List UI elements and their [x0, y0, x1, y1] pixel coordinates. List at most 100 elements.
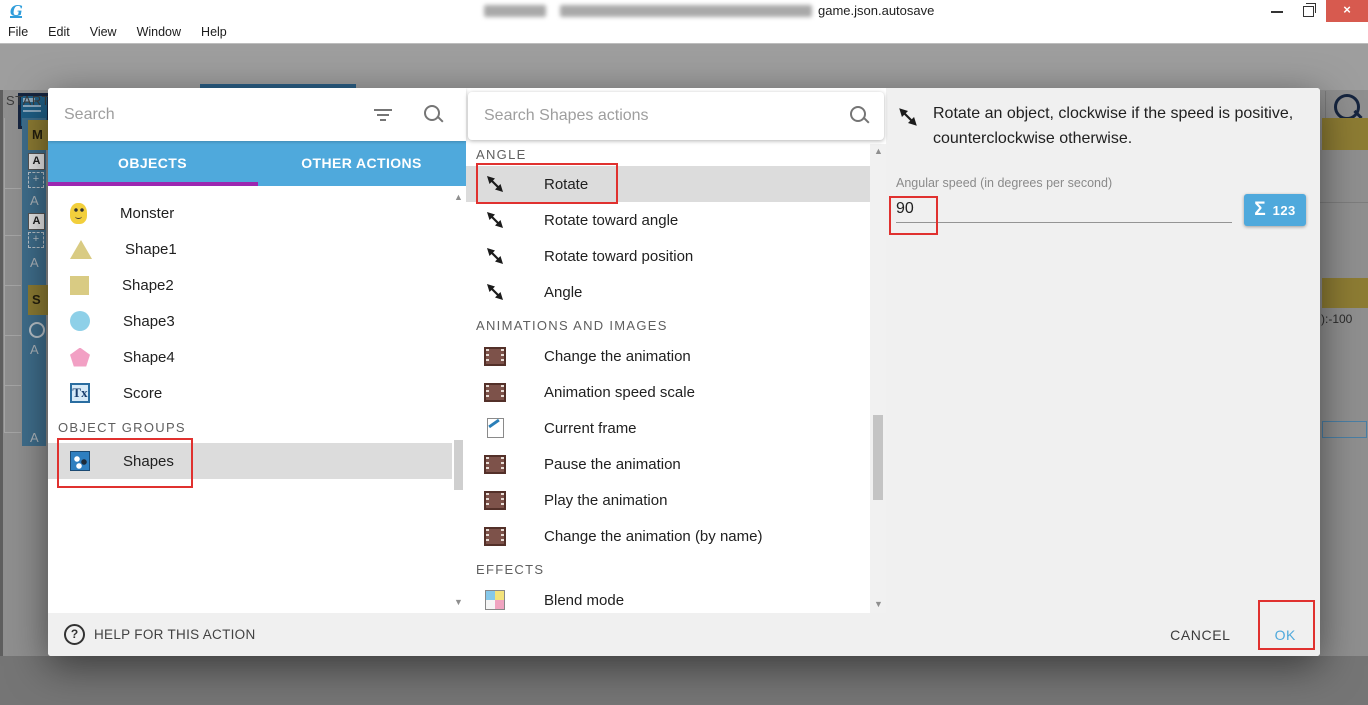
rotate-icon [484, 281, 506, 303]
close-button[interactable]: × [1326, 0, 1368, 22]
toolbar: + + + + − ↶ ↷ [0, 43, 1368, 133]
film-strip-icon [484, 453, 506, 475]
monster-icon [70, 202, 87, 224]
event-tree-line [4, 285, 21, 286]
action-item-change-animation-by-name[interactable]: Change the animation (by name) [466, 518, 870, 554]
action-item-current-frame[interactable]: Current frame [466, 410, 870, 446]
window-title: game.json.autosave [818, 3, 935, 18]
circle-icon [70, 311, 90, 331]
active-tab-indicator [48, 182, 258, 186]
search-icon[interactable] [850, 106, 866, 122]
blend-mode-icon [484, 589, 506, 611]
angular-speed-input[interactable] [896, 196, 1232, 223]
highlight-box-rotate [476, 163, 618, 204]
search-icon[interactable] [424, 104, 440, 121]
object-item-shape4[interactable]: Shape4 [48, 339, 452, 375]
film-strip-icon [484, 381, 506, 403]
background-bottom [0, 656, 1368, 705]
event-comment-fragment [1322, 118, 1368, 150]
object-item-monster[interactable]: Monster [48, 195, 452, 231]
objects-tabs: OBJECTS OTHER ACTIONS [48, 141, 466, 186]
filter-icon[interactable] [374, 108, 392, 121]
action-description: Rotate an object, clockwise if the speed… [933, 105, 1294, 147]
event-tree-line [4, 188, 21, 189]
rotate-icon [484, 245, 506, 267]
action-item-rotate-toward-angle[interactable]: Rotate toward angle [466, 202, 870, 238]
event-divider [1320, 202, 1368, 203]
expression-editor-button[interactable]: Σ 123 [1244, 194, 1306, 226]
restore-icon [1303, 3, 1316, 17]
minimize-button[interactable] [1262, 0, 1292, 22]
restore-button[interactable] [1294, 0, 1324, 22]
action-item-change-animation[interactable]: Change the animation [466, 338, 870, 374]
section-header-effects: EFFECTS [476, 562, 545, 577]
object-item-shape1[interactable]: Shape1 [48, 231, 452, 267]
object-item-score[interactable]: Score [48, 375, 452, 411]
film-strip-icon [484, 345, 506, 367]
event-tree-line [4, 235, 21, 236]
action-item-rotate-toward-position[interactable]: Rotate toward position [466, 238, 870, 274]
event-tree-line [4, 432, 21, 433]
background-events-left-fragment: START M A + A A + A S A A [0, 90, 48, 656]
event-comment-fragment [1322, 278, 1368, 308]
add-action-fragment: A [30, 193, 39, 208]
scroll-up-icon[interactable]: ▲ [454, 192, 463, 202]
actions-search-placeholder: Search Shapes actions [484, 107, 649, 124]
add-action-fragment: A [30, 342, 39, 357]
scroll-down-icon[interactable]: ▼ [874, 599, 883, 609]
action-icon-fragment: A [28, 213, 45, 230]
triangle-icon [70, 239, 92, 259]
rotate-icon [897, 106, 919, 128]
help-link[interactable]: HELP FOR THIS ACTION [94, 627, 256, 642]
menu-file[interactable]: File [0, 22, 38, 43]
objects-scrollbar[interactable]: ▲ ▼ [452, 186, 466, 613]
square-icon [70, 275, 89, 295]
frame-edit-icon [484, 417, 506, 439]
highlight-box-value [889, 196, 938, 235]
scroll-up-icon[interactable]: ▲ [874, 146, 883, 156]
scroll-down-icon[interactable]: ▼ [454, 597, 463, 607]
action-description-block: Rotate an object, clockwise if the speed… [897, 102, 1311, 152]
gdevelop-logo-icon: G [10, 2, 28, 20]
action-item-blend-mode[interactable]: Blend mode [466, 582, 870, 613]
redacted-title-block [560, 5, 812, 17]
timer-icon-fragment [29, 322, 45, 338]
scrollbar-thumb[interactable] [873, 415, 883, 500]
menu-help[interactable]: Help [191, 22, 237, 43]
tab-other-actions[interactable]: OTHER ACTIONS [257, 141, 466, 186]
redacted-title-block [484, 5, 546, 17]
event-comment-fragment: S [28, 285, 48, 315]
sigma-icon: Σ [1254, 199, 1266, 220]
menu-window[interactable]: Window [127, 22, 191, 43]
menu-edit[interactable]: Edit [38, 22, 80, 43]
actions-search-bar[interactable]: Search Shapes actions [468, 92, 884, 140]
action-icon-fragment: A [28, 153, 45, 170]
menu-view[interactable]: View [80, 22, 127, 43]
add-action-fragment: A [30, 430, 39, 445]
object-item-shape3[interactable]: Shape3 [48, 303, 452, 339]
pentagon-icon [70, 347, 90, 367]
cancel-button[interactable]: CANCEL [1170, 627, 1230, 643]
objects-panel: Search OBJECTS OTHER ACTIONS Monster Sha… [48, 88, 466, 613]
dialog-footer: HELP FOR THIS ACTION CANCEL OK [48, 613, 1320, 656]
objects-search-bar[interactable]: Search [48, 88, 466, 141]
scrollbar-thumb[interactable] [454, 440, 463, 490]
tab-objects[interactable]: OBJECTS [48, 141, 257, 186]
scene-tab-label: START [6, 93, 48, 108]
action-item-angle[interactable]: Angle [466, 274, 870, 310]
film-strip-icon [484, 525, 506, 547]
section-header-animations: ANIMATIONS AND IMAGES [476, 318, 668, 333]
add-action-fragment: A [30, 255, 39, 270]
actions-scrollbar[interactable]: ▲ ▼ [870, 144, 886, 613]
background-events-right-fragment: ):-100 [1320, 90, 1368, 656]
param-label: Angular speed (in degrees per second) [896, 176, 1113, 190]
add-condition-fragment: + [28, 172, 44, 188]
action-item-play-animation[interactable]: Play the animation [466, 482, 870, 518]
add-condition-fragment: + [28, 232, 44, 248]
action-item-animation-speed-scale[interactable]: Animation speed scale [466, 374, 870, 410]
help-icon [64, 624, 85, 645]
object-item-shape2[interactable]: Shape2 [48, 267, 452, 303]
menu-bar: File Edit View Window Help [0, 22, 1368, 44]
action-item-pause-animation[interactable]: Pause the animation [466, 446, 870, 482]
event-tree-line [4, 335, 21, 336]
